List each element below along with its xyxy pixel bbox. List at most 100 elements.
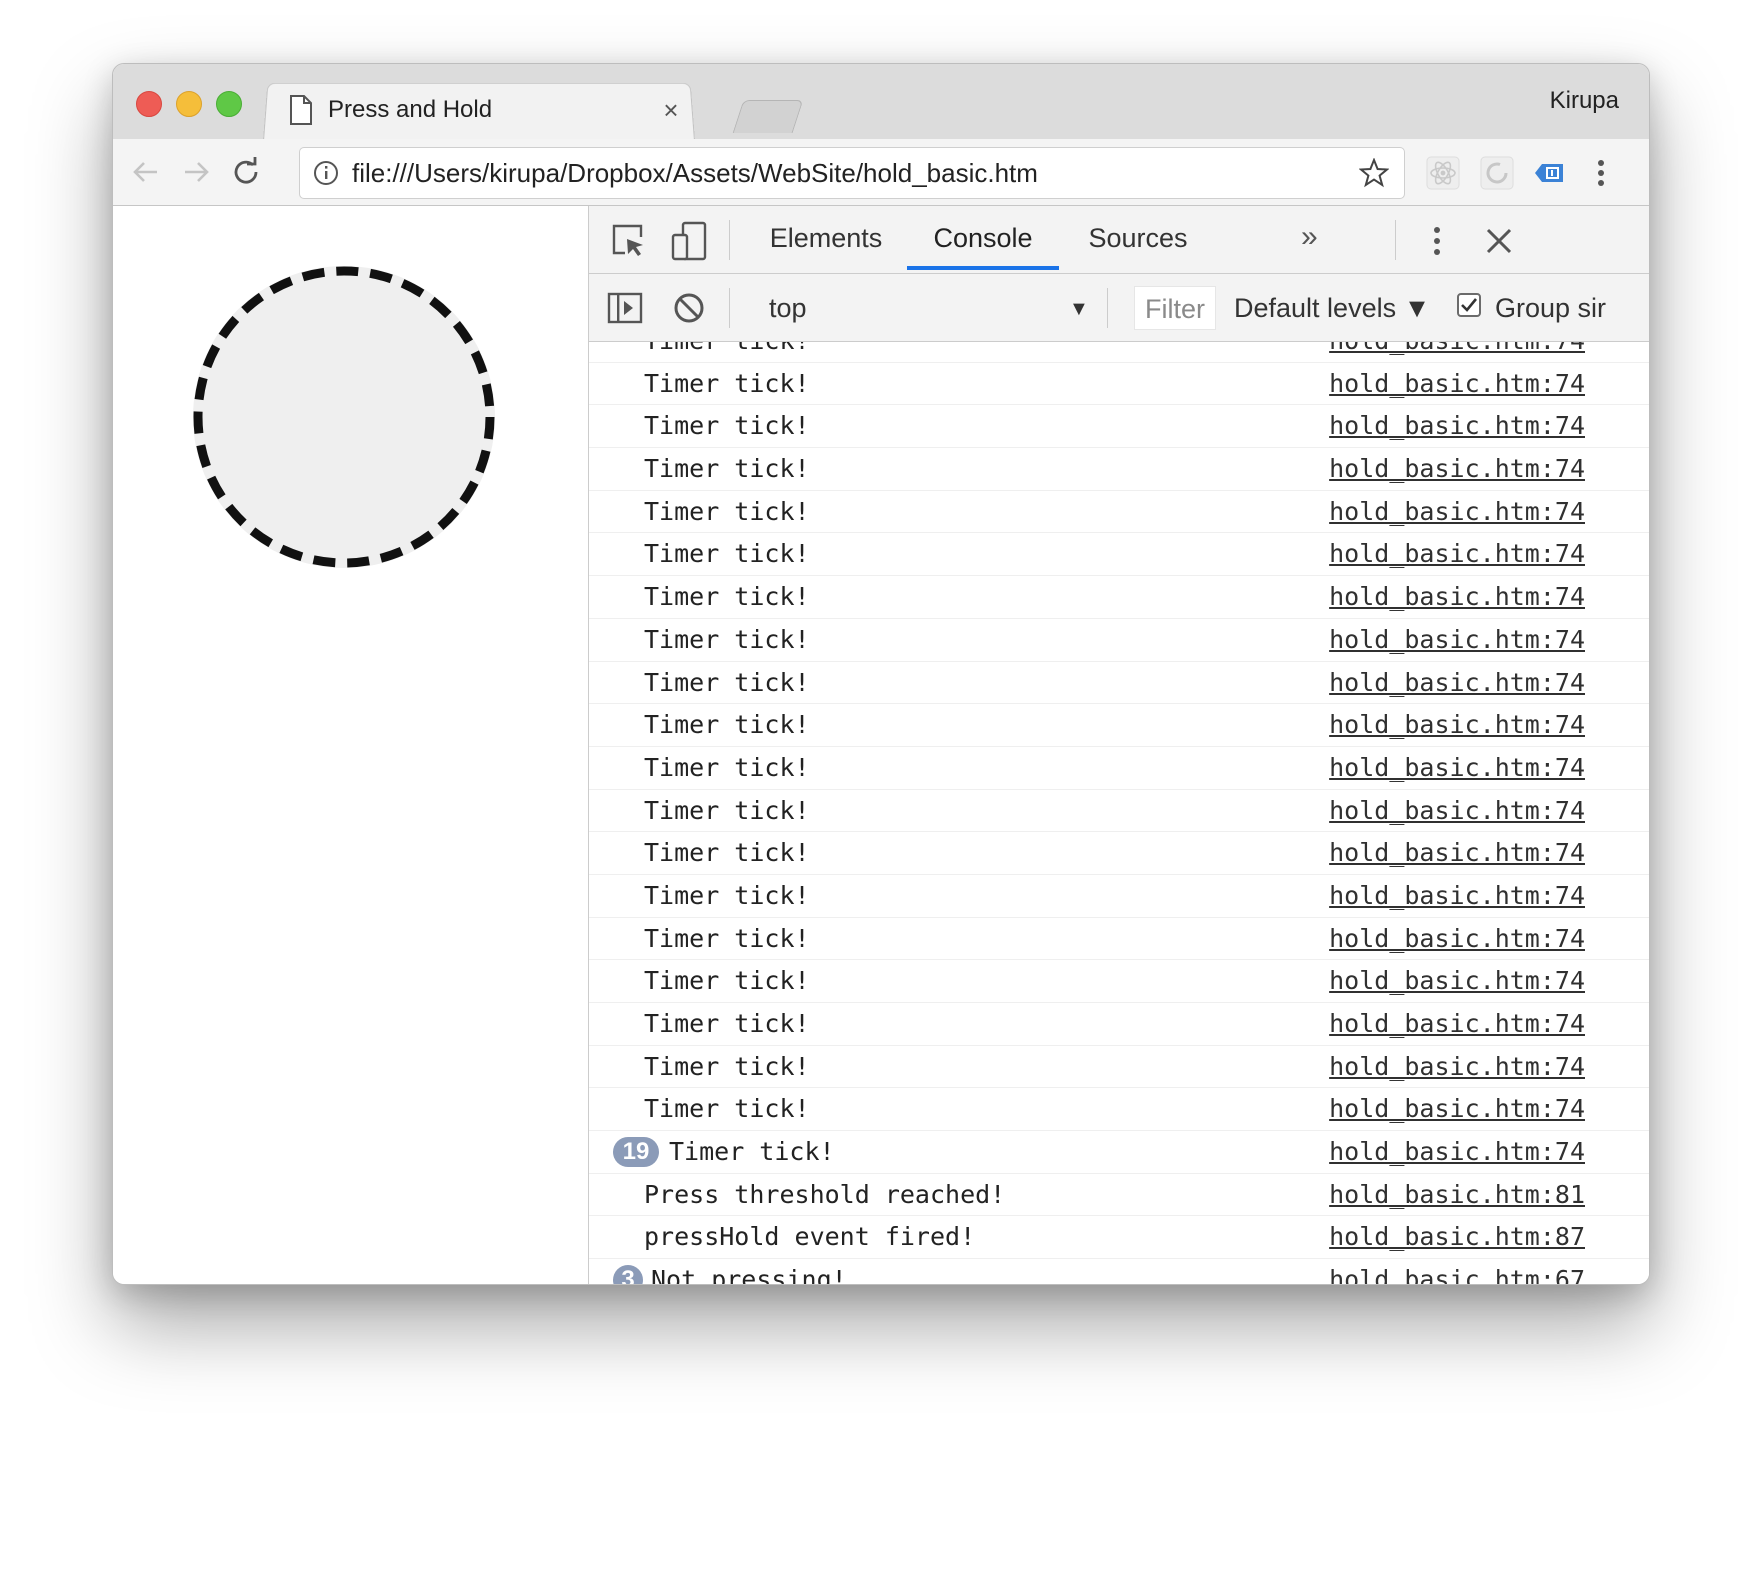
tab-sources[interactable]: Sources	[1073, 206, 1203, 270]
document-icon	[288, 95, 314, 125]
console-row: Timer tick! hold_basic.htm:74	[589, 790, 1649, 833]
console-message-text: Timer tick!	[644, 923, 810, 953]
console-message-text: Timer tick!	[644, 582, 810, 612]
inspect-element-icon[interactable]	[609, 221, 649, 261]
console-message-text: Timer tick!	[644, 1051, 810, 1081]
console-row: pressHold event fired! hold_basic.htm:87	[589, 1216, 1649, 1260]
console-source-link[interactable]: hold_basic.htm:74	[1329, 619, 1585, 661]
clear-console-icon[interactable]	[669, 288, 709, 328]
context-select[interactable]: top	[769, 288, 1059, 328]
console-filter-bar: top ▼ Filter Default levels ▼ Group sir	[589, 274, 1649, 342]
console-source-link[interactable]: hold_basic.htm:74	[1329, 790, 1585, 832]
console-source-link[interactable]: hold_basic.htm:74	[1329, 342, 1585, 362]
minimize-window-button[interactable]	[176, 91, 202, 117]
tab-elements[interactable]: Elements	[761, 206, 891, 270]
console-row: Timer tick! hold_basic.htm:74	[589, 832, 1649, 875]
extension-tag-icon[interactable]	[1531, 155, 1567, 191]
console-filter-input[interactable]: Filter	[1134, 286, 1216, 330]
console-source-link[interactable]: hold_basic.htm:74	[1329, 832, 1585, 874]
console-message-text: Timer tick!	[644, 1094, 810, 1124]
console-row: Timer tick! hold_basic.htm:74	[589, 533, 1649, 577]
back-arrow-icon[interactable]	[127, 153, 165, 191]
browser-tab-content[interactable]: Press and Hold ×	[288, 81, 693, 139]
tab-console[interactable]: Console	[907, 206, 1059, 270]
info-icon[interactable]	[312, 159, 340, 187]
repeat-count-badge: 3	[613, 1265, 643, 1284]
extension-circle-icon[interactable]	[1479, 155, 1515, 191]
forward-arrow-icon[interactable]	[177, 153, 215, 191]
console-message-text: Timer tick!	[644, 667, 810, 697]
dashed-circle-outline	[193, 266, 495, 568]
console-source-link[interactable]: hold_basic.htm:87	[1329, 1216, 1585, 1258]
console-source-link[interactable]: hold_basic.htm:74	[1329, 1088, 1585, 1130]
close-window-button[interactable]	[136, 91, 162, 117]
press-hold-circle[interactable]	[193, 266, 495, 568]
console-row: Timer tick! hold_basic.htm:74	[589, 875, 1649, 918]
console-source-link[interactable]: hold_basic.htm:74	[1329, 875, 1585, 917]
log-levels-dropdown[interactable]: Default levels ▼	[1234, 288, 1430, 328]
console-message-list: Timer tick! hold_basic.htm:74 Timer tick! h…	[589, 342, 1649, 1284]
console-source-link[interactable]: hold_basic.htm:74	[1329, 704, 1585, 746]
console-source-link[interactable]: hold_basic.htm:74	[1329, 1131, 1585, 1173]
console-source-link[interactable]: hold_basic.htm:74	[1329, 576, 1585, 618]
console-source-link[interactable]: hold_basic.htm:74	[1329, 491, 1585, 533]
console-source-link[interactable]: hold_basic.htm:74	[1329, 363, 1585, 405]
context-dropdown-arrow-icon[interactable]: ▼	[1069, 298, 1089, 321]
tab-title: Press and Hold	[328, 96, 493, 123]
console-source-link[interactable]: hold_basic.htm:74	[1329, 448, 1585, 490]
console-message-text: Timer tick!	[644, 752, 810, 782]
menu-kebab-icon[interactable]	[1583, 155, 1619, 191]
react-devtools-icon[interactable]	[1425, 155, 1461, 191]
console-row: Timer tick! hold_basic.htm:74	[589, 662, 1649, 705]
console-source-link[interactable]: hold_basic.htm:74	[1329, 747, 1585, 789]
console-row: 3 Not pressing! hold_basic.htm:67	[589, 1259, 1649, 1284]
console-source-link[interactable]: hold_basic.htm:74	[1329, 533, 1585, 575]
group-similar-checkbox[interactable]	[1457, 293, 1481, 317]
console-row: Timer tick! hold_basic.htm:74	[589, 704, 1649, 747]
console-message-text: Timer tick!	[669, 1137, 835, 1167]
devtools-tab-bar: Elements Console Sources »	[589, 206, 1649, 274]
toolbar-divider	[1395, 220, 1396, 260]
console-row: Timer tick! hold_basic.htm:74	[589, 363, 1649, 406]
toolbar-divider	[1107, 288, 1108, 328]
console-source-link[interactable]: hold_basic.htm:74	[1329, 918, 1585, 960]
group-similar-label[interactable]: Group sir	[1495, 288, 1649, 328]
console-source-link[interactable]: hold_basic.htm:74	[1329, 662, 1585, 704]
console-message-text: Timer tick!	[644, 966, 810, 996]
profile-name[interactable]: Kirupa	[1550, 87, 1619, 115]
console-source-link[interactable]: hold_basic.htm:74	[1329, 405, 1585, 447]
console-source-link[interactable]: hold_basic.htm:74	[1329, 960, 1585, 1002]
console-message-text: Timer tick!	[644, 624, 810, 654]
console-messages[interactable]: Timer tick! hold_basic.htm:74 Timer tick! h…	[589, 342, 1649, 1284]
bookmark-star-icon[interactable]	[1356, 155, 1392, 191]
tab-close-icon[interactable]: ×	[659, 95, 683, 126]
console-source-link[interactable]: hold_basic.htm:67	[1329, 1259, 1585, 1284]
new-tab-button[interactable]	[732, 100, 804, 133]
browser-toolbar: file:///Users/kirupa/Dropbox/Assets/WebS…	[113, 139, 1649, 206]
toolbar-divider	[729, 220, 730, 260]
url-text[interactable]: file:///Users/kirupa/Dropbox/Assets/WebS…	[352, 158, 1356, 189]
console-row: Timer tick! hold_basic.htm:74	[589, 342, 1649, 363]
close-devtools-icon[interactable]	[1479, 221, 1519, 261]
console-row: Timer tick! hold_basic.htm:74	[589, 1003, 1649, 1046]
console-message-text: Timer tick!	[644, 539, 810, 569]
zoom-window-button[interactable]	[216, 91, 242, 117]
console-message-text: Not pressing!	[651, 1265, 847, 1284]
show-sidebar-icon[interactable]	[605, 288, 645, 328]
toolbar-divider	[729, 288, 730, 328]
console-source-link[interactable]: hold_basic.htm:81	[1329, 1174, 1585, 1216]
reload-icon[interactable]	[227, 153, 265, 191]
console-message-text: Timer tick!	[644, 496, 810, 526]
console-source-link[interactable]: hold_basic.htm:74	[1329, 1003, 1585, 1045]
console-source-link[interactable]: hold_basic.htm:74	[1329, 1046, 1585, 1088]
console-row: 19 Timer tick! hold_basic.htm:74	[589, 1131, 1649, 1174]
browser-window: Press and Hold × Kirupa file:///Users/ki…	[112, 63, 1650, 1285]
more-tabs-chevron-icon[interactable]: »	[1301, 206, 1318, 270]
device-toolbar-icon[interactable]	[669, 221, 709, 261]
console-message-text: Timer tick!	[644, 1009, 810, 1038]
address-bar[interactable]: file:///Users/kirupa/Dropbox/Assets/WebS…	[299, 147, 1405, 199]
console-message-text: Timer tick!	[644, 368, 810, 398]
console-row: Timer tick! hold_basic.htm:74	[589, 448, 1649, 491]
repeat-count-badge: 19	[613, 1137, 659, 1168]
devtools-menu-icon[interactable]	[1417, 221, 1457, 261]
